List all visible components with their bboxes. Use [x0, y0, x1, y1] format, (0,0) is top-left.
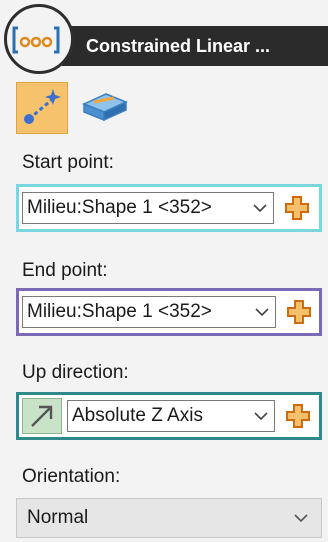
start-point-label: Start point: — [22, 152, 114, 173]
diagonal-arrow-icon — [31, 405, 53, 427]
point-to-point-mode-button[interactable] — [16, 82, 68, 134]
chevron-down-icon — [249, 193, 271, 223]
orientation-value: Normal — [27, 507, 89, 528]
pick-point-button[interactable] — [283, 194, 311, 222]
start-point-combo[interactable]: Milieu:Shape 1 <352> — [22, 192, 274, 224]
end-point-value: Milieu:Shape 1 <352> — [27, 301, 212, 322]
orientation-select[interactable]: Normal — [16, 498, 322, 538]
up-direction-label: Up direction: — [22, 362, 129, 383]
surface-path-icon — [82, 93, 128, 122]
chevron-down-icon — [250, 401, 272, 431]
pick-direction-button[interactable] — [284, 402, 312, 430]
chevron-down-icon — [294, 514, 308, 523]
axis-select-button[interactable] — [22, 398, 62, 434]
chevron-down-icon — [251, 297, 273, 327]
panel-title: Constrained Linear ... — [86, 36, 271, 56]
up-direction-field: Absolute Z Axis — [16, 392, 322, 440]
end-point-combo[interactable]: Milieu:Shape 1 <352> — [22, 296, 276, 328]
up-direction-combo[interactable]: Absolute Z Axis — [67, 400, 275, 432]
constrained-linear-icon[interactable] — [12, 24, 60, 56]
panel-header: Constrained Linear ... — [0, 0, 328, 78]
start-point-value: Milieu:Shape 1 <352> — [27, 197, 212, 218]
pick-point-button[interactable] — [285, 298, 313, 326]
end-point-label: End point: — [22, 260, 108, 281]
start-point-field: Milieu:Shape 1 <352> — [16, 184, 322, 232]
end-point-field: Milieu:Shape 1 <352> — [16, 288, 322, 336]
point-to-point-icon — [24, 89, 61, 124]
up-direction-value: Absolute Z Axis — [72, 405, 203, 426]
surface-path-mode-button[interactable] — [78, 86, 130, 130]
orientation-label: Orientation: — [22, 466, 121, 487]
